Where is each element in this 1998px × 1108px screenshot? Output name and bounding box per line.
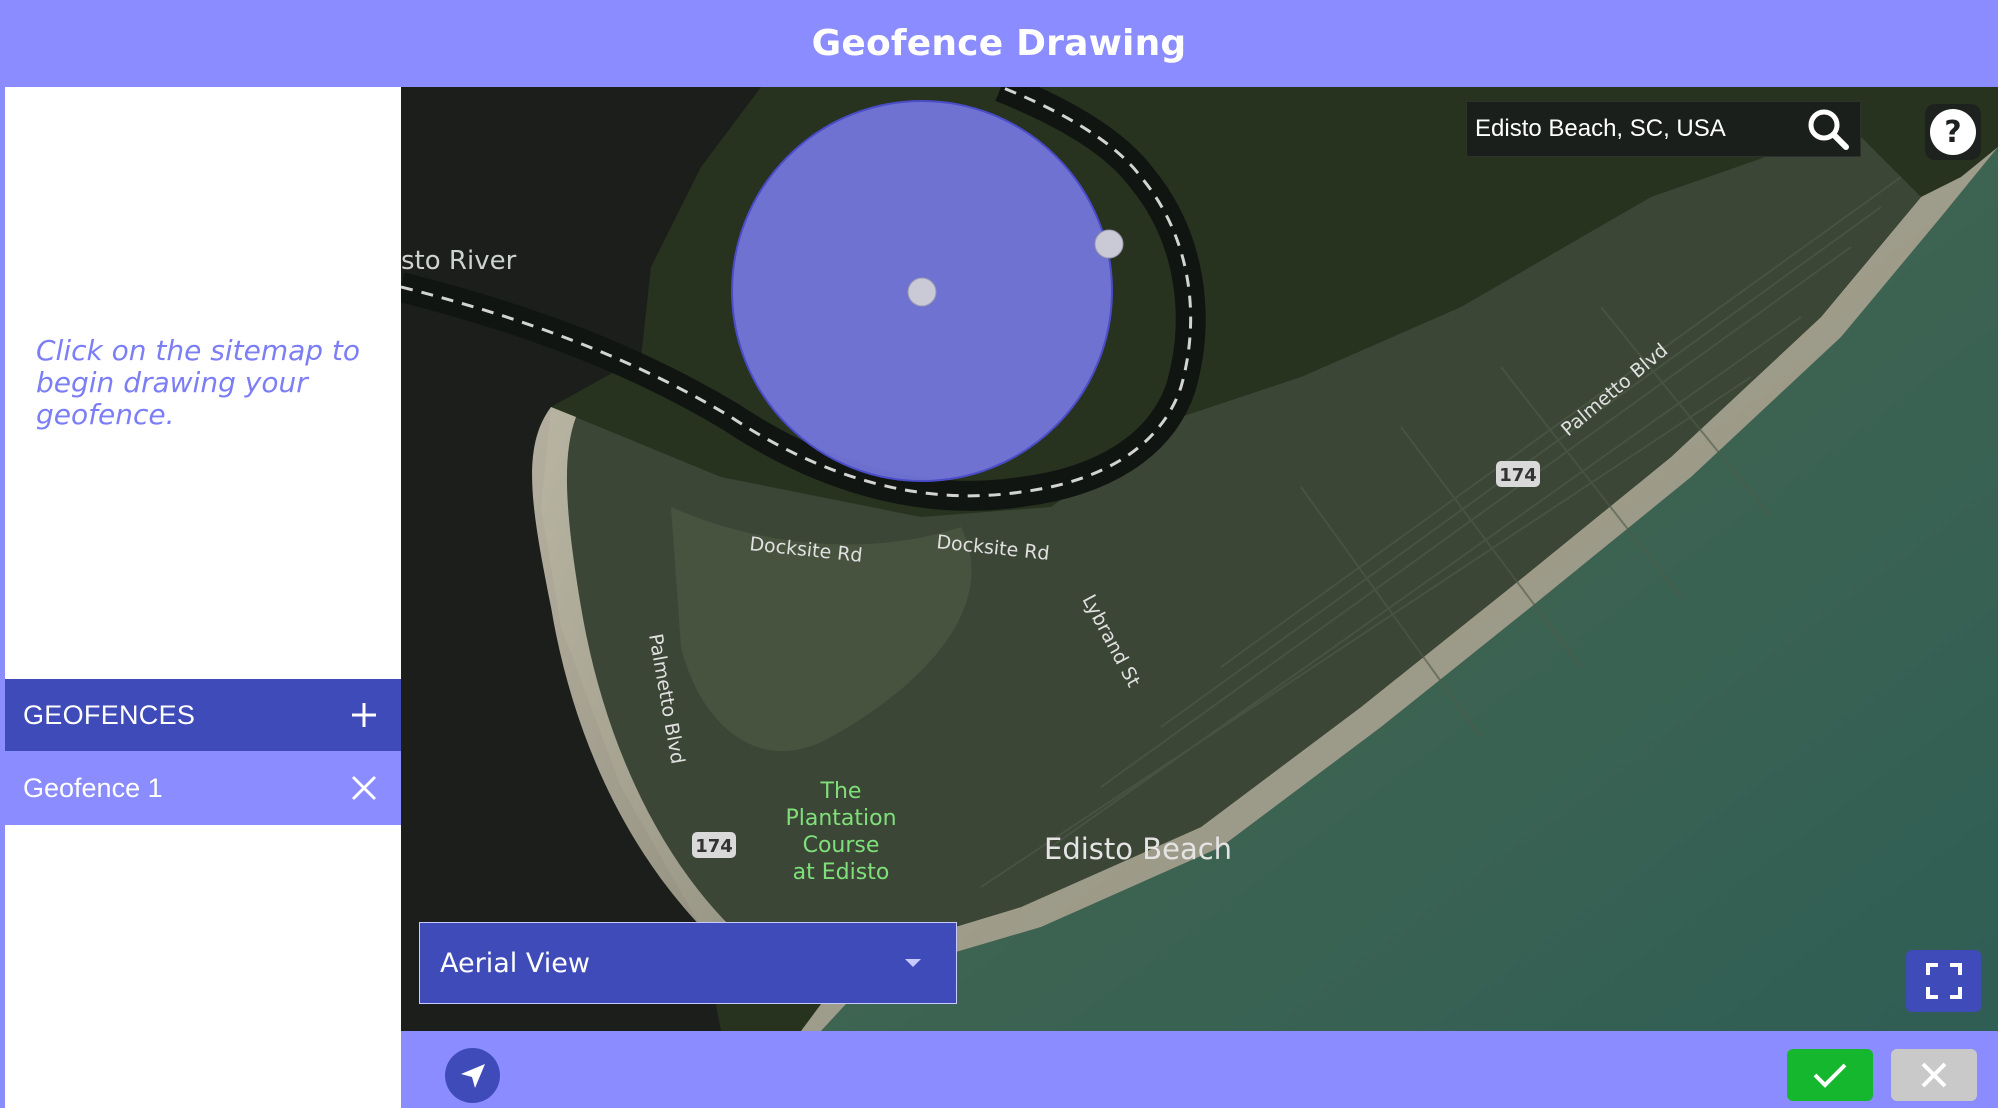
bottom-toolbar	[401, 1031, 1998, 1108]
fullscreen-button[interactable]	[1906, 950, 1981, 1012]
close-icon	[351, 775, 377, 801]
add-geofence-button[interactable]	[351, 702, 377, 728]
help-icon: ?	[1930, 109, 1976, 155]
svg-text:?: ?	[1944, 115, 1961, 150]
sitemap[interactable]: sto River Docksite Rd Docksite Rd Lybran…	[401, 87, 1998, 1031]
map-label-town: Edisto Beach	[1044, 832, 1232, 866]
geofence-list-item[interactable]: Geofence 1	[5, 751, 401, 825]
page-title: Geofence Drawing	[811, 23, 1187, 64]
chevron-down-icon	[905, 959, 921, 967]
map-label-course: The	[820, 779, 862, 804]
map-label-river: sto River	[401, 246, 517, 276]
geofences-header: GEOFENCES	[5, 679, 401, 751]
app-header: Geofence Drawing	[0, 0, 1998, 87]
geofence-center-handle[interactable]	[907, 277, 937, 307]
drawing-hint: Click on the sitemap to begin drawing yo…	[36, 334, 361, 431]
remove-geofence-button[interactable]	[351, 775, 377, 801]
geofence-radius-handle[interactable]	[1094, 229, 1124, 259]
map-view-select[interactable]: Aerial View	[419, 922, 957, 1004]
map-label-course: Plantation	[785, 806, 896, 831]
confirm-button[interactable]	[1787, 1049, 1873, 1101]
geofence-item-label: Geofence 1	[23, 772, 163, 803]
check-icon	[1813, 1063, 1847, 1088]
location-search	[1466, 101, 1861, 157]
current-location-button[interactable]	[445, 1048, 500, 1103]
help-button[interactable]: ?	[1925, 104, 1981, 160]
search-icon	[1808, 109, 1849, 150]
map-label-course: Course	[803, 833, 880, 858]
location-arrow-icon	[460, 1063, 485, 1088]
sidebar: Click on the sitemap to begin drawing yo…	[5, 87, 401, 1108]
plus-icon	[352, 703, 376, 727]
geofences-label: GEOFENCES	[23, 699, 196, 730]
fullscreen-icon	[1925, 963, 1962, 999]
map-label-course: at Edisto	[793, 860, 890, 885]
close-icon	[1921, 1062, 1947, 1088]
map-view-label: Aerial View	[440, 947, 590, 979]
search-input[interactable]	[1467, 102, 1796, 156]
route-shield-label: 174	[1499, 465, 1537, 486]
search-button[interactable]	[1796, 101, 1860, 157]
route-shield-label: 174	[695, 836, 733, 857]
aerial-map-image: sto River Docksite Rd Docksite Rd Lybran…	[401, 87, 1998, 1031]
cancel-button[interactable]	[1891, 1049, 1977, 1101]
